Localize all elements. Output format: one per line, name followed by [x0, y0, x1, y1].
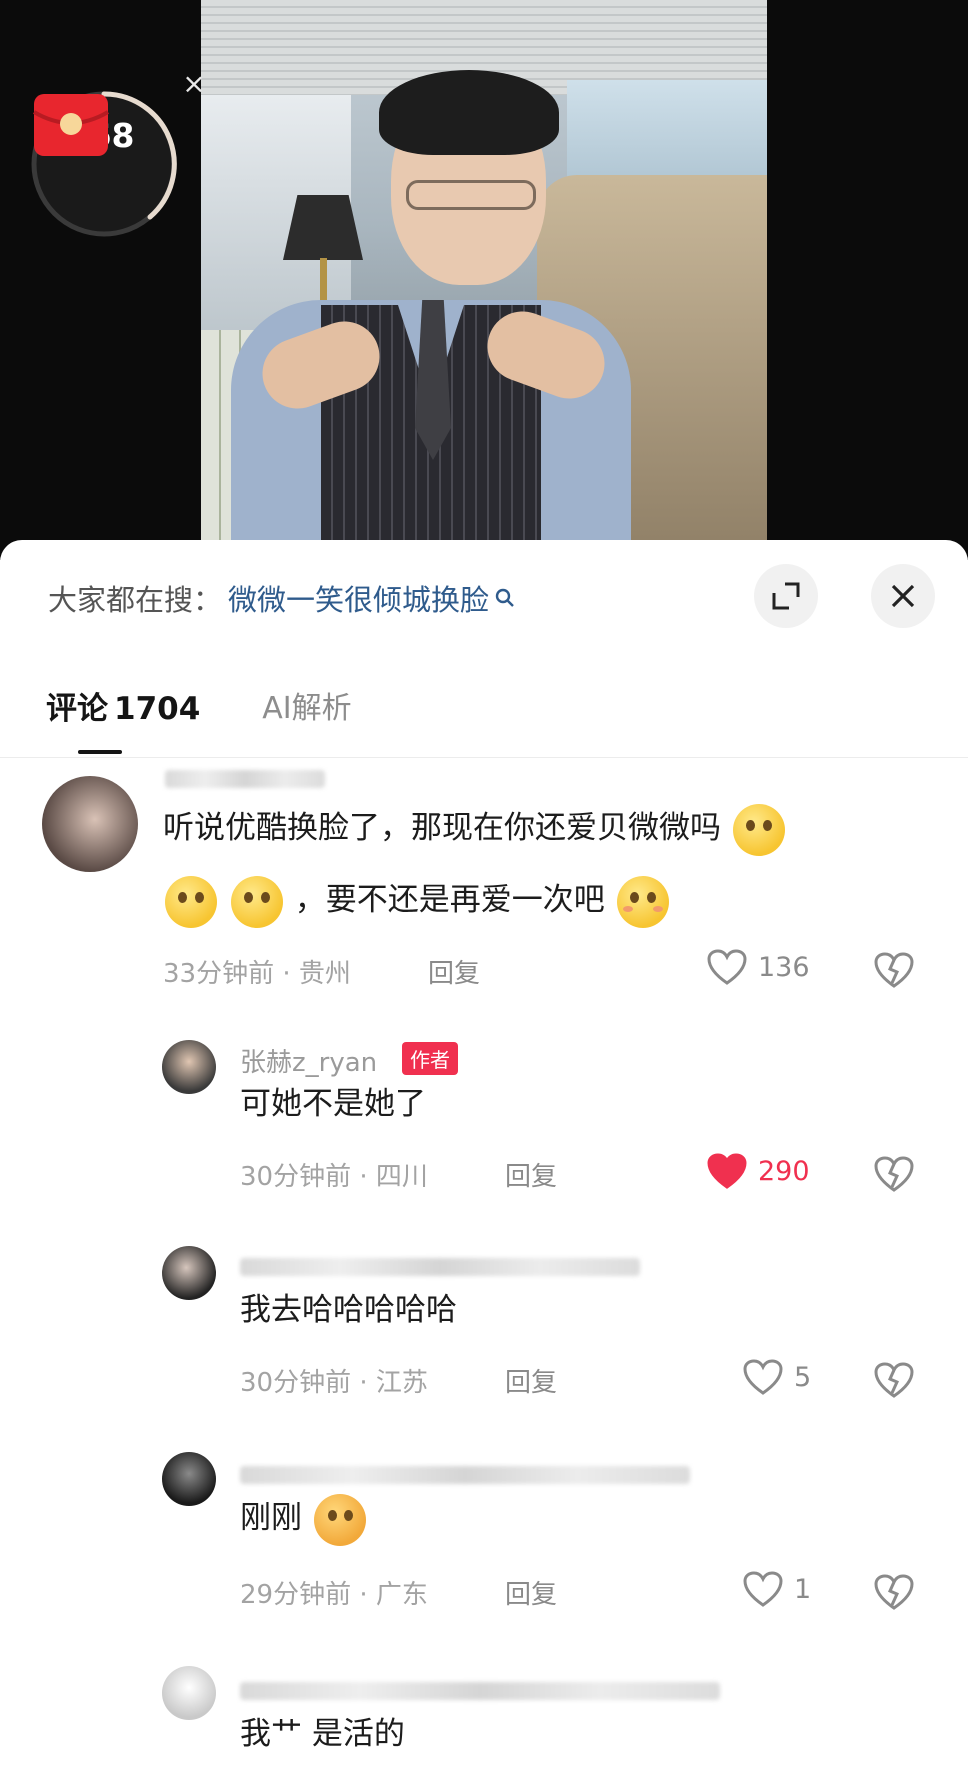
comment-text: 刚刚: [240, 1482, 368, 1554]
comment-text-content: 刚刚: [240, 1500, 302, 1536]
like-count: 290: [758, 1155, 810, 1187]
trending-search-bar[interactable]: 大家都在搜： 微微一笑很倾城换脸: [48, 578, 515, 618]
heart-icon: [743, 1359, 783, 1395]
reply-button[interactable]: 回复: [505, 1156, 557, 1193]
expand-button[interactable]: [754, 564, 818, 628]
avatar[interactable]: [162, 1452, 216, 1506]
red-packet-close-button[interactable]: ×: [180, 70, 208, 98]
comment-text: 可她不是她了: [240, 1086, 426, 1122]
reply-button[interactable]: 回复: [505, 1574, 557, 1611]
like-button[interactable]: 1: [742, 1570, 811, 1608]
reply-button[interactable]: 回复: [428, 953, 480, 990]
comment-timestamp: 30分钟前 · 江苏: [240, 1368, 428, 1398]
pleading-emoji-icon: [165, 875, 217, 928]
comment-timestamp: 33分钟前 · 贵州: [163, 959, 351, 989]
heart-icon: [743, 1571, 783, 1607]
comment-panel: 大家都在搜： 微微一笑很倾城换脸 评论 1704 AI解析 听说优酷换脸了，那现在…: [0, 540, 968, 1773]
person-hair: [379, 70, 559, 155]
tab-comments[interactable]: 评论 1704: [46, 683, 200, 728]
avatar[interactable]: [162, 1040, 216, 1094]
close-icon: [891, 584, 915, 608]
trending-search-term[interactable]: 微微一笑很倾城换脸: [228, 577, 489, 619]
like-count: 5: [794, 1361, 812, 1393]
heart-icon: [707, 949, 747, 985]
tab-ai-analysis[interactable]: AI解析: [262, 683, 351, 727]
video-frame: [201, 0, 767, 560]
red-envelope-icon: [32, 94, 110, 156]
avatar[interactable]: [42, 776, 138, 872]
red-packet-widget[interactable]: 568: [30, 90, 182, 242]
trending-search-prefix: 大家都在搜：: [48, 583, 223, 617]
tab-comments-count: 1704: [114, 690, 201, 727]
active-tab-indicator: [78, 750, 122, 754]
broken-heart-icon[interactable]: [873, 950, 915, 990]
tab-divider: [0, 757, 968, 758]
comment-text-line2: ，要不还是再爱一次吧: [294, 882, 605, 918]
search-icon: [495, 588, 514, 607]
comment-text: 听说优酷换脸了，那现在你还爱贝微微吗 ，要不还是再爱一次吧: [163, 792, 923, 936]
like-button[interactable]: 5: [742, 1358, 811, 1396]
username-blurred: [165, 770, 325, 788]
comment-text-line1: 听说优酷换脸了，那现在你还爱贝微微吗: [163, 810, 721, 846]
heart-filled-icon: [707, 1153, 747, 1189]
avatar[interactable]: [162, 1246, 216, 1300]
expand-icon: [772, 582, 800, 610]
reply-button[interactable]: 回复: [505, 1362, 557, 1399]
person-glasses: [406, 180, 536, 210]
pleading-emoji-icon: [732, 803, 785, 856]
like-count: 1: [794, 1573, 812, 1605]
like-count: 136: [758, 951, 810, 983]
broken-heart-icon[interactable]: [873, 1572, 915, 1612]
like-button[interactable]: 290: [706, 1152, 810, 1190]
close-panel-button[interactable]: [871, 564, 935, 628]
comment-text: 我艹 是活的: [240, 1716, 405, 1752]
smiling-emoji-icon: [616, 875, 669, 928]
avatar[interactable]: [162, 1666, 216, 1720]
pleading-emoji-icon: [230, 875, 283, 928]
like-button[interactable]: 136: [706, 948, 810, 986]
video-player[interactable]: 568 ×: [0, 0, 968, 560]
broken-heart-icon[interactable]: [873, 1154, 915, 1194]
comment-timestamp: 29分钟前 · 广东: [240, 1580, 428, 1610]
comment-tabs: 评论 1704 AI解析: [46, 680, 352, 730]
tab-comments-label: 评论: [46, 690, 108, 727]
comment-text: 我去哈哈哈哈哈: [240, 1292, 457, 1328]
hugging-face-emoji-icon: [313, 1493, 366, 1546]
comment-timestamp: 30分钟前 · 四川: [240, 1162, 428, 1192]
broken-heart-icon[interactable]: [873, 1360, 915, 1400]
